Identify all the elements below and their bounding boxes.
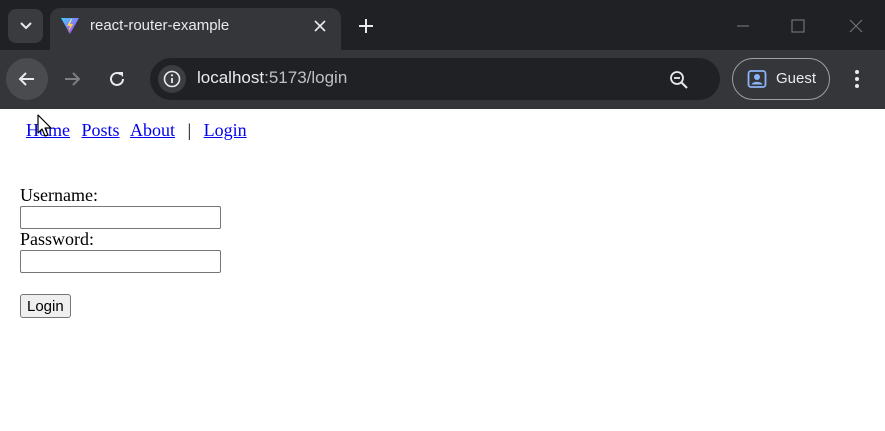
- nav-separator: |: [187, 120, 192, 140]
- arrow-left-icon: [18, 72, 34, 86]
- plus-icon: [359, 19, 373, 33]
- more-vertical-icon: [855, 70, 859, 88]
- back-button[interactable]: [6, 58, 48, 100]
- zoom-button[interactable]: [667, 68, 691, 92]
- url-path: :5173/login: [264, 68, 348, 87]
- close-tab-button[interactable]: [311, 17, 329, 35]
- profile-label: Guest: [776, 70, 817, 87]
- maximize-button[interactable]: [784, 12, 812, 40]
- close-icon: [849, 19, 863, 33]
- username-label: Username:: [20, 185, 98, 205]
- browser-menu-button[interactable]: [845, 65, 869, 93]
- chevron-down-icon: [19, 22, 32, 30]
- profile-button[interactable]: Guest: [732, 58, 830, 100]
- arrow-right-icon: [65, 72, 81, 86]
- close-icon: [314, 20, 326, 32]
- browser-toolbar: localhost:5173/login Guest: [0, 50, 885, 109]
- close-window-button[interactable]: [842, 12, 870, 40]
- new-tab-button[interactable]: [353, 13, 379, 39]
- info-icon: [163, 70, 181, 88]
- nav-link-posts[interactable]: Posts: [82, 120, 120, 140]
- reload-button[interactable]: [96, 58, 138, 100]
- vite-logo-icon: [61, 18, 79, 34]
- maximize-icon: [791, 19, 805, 33]
- nav-link-login[interactable]: Login: [204, 120, 247, 140]
- forward-button[interactable]: [51, 58, 93, 100]
- tab-title: react-router-example: [90, 17, 230, 34]
- username-input[interactable]: [20, 206, 221, 229]
- mouse-cursor-icon: [37, 114, 52, 137]
- url-text: localhost:5173/login: [197, 68, 347, 88]
- page-content: Home Posts About | Login Username: Passw…: [0, 109, 885, 431]
- active-tab[interactable]: react-router-example: [50, 8, 341, 50]
- tab-search-button[interactable]: [8, 9, 43, 43]
- tab-strip: react-router-example: [0, 0, 885, 50]
- url-host: localhost: [197, 68, 265, 87]
- site-nav: Home Posts About | Login: [26, 120, 247, 141]
- password-label: Password:: [20, 229, 95, 249]
- nav-link-about[interactable]: About: [130, 120, 175, 140]
- site-info-button[interactable]: [158, 65, 186, 93]
- minimize-icon: [737, 25, 749, 27]
- guest-profile-icon: [747, 70, 767, 88]
- address-bar[interactable]: localhost:5173/login: [150, 58, 720, 100]
- minimize-button[interactable]: [729, 12, 757, 40]
- reload-icon: [110, 71, 124, 86]
- password-input[interactable]: [20, 250, 221, 273]
- login-submit-button[interactable]: Login: [20, 294, 71, 318]
- zoom-out-icon: [670, 71, 688, 89]
